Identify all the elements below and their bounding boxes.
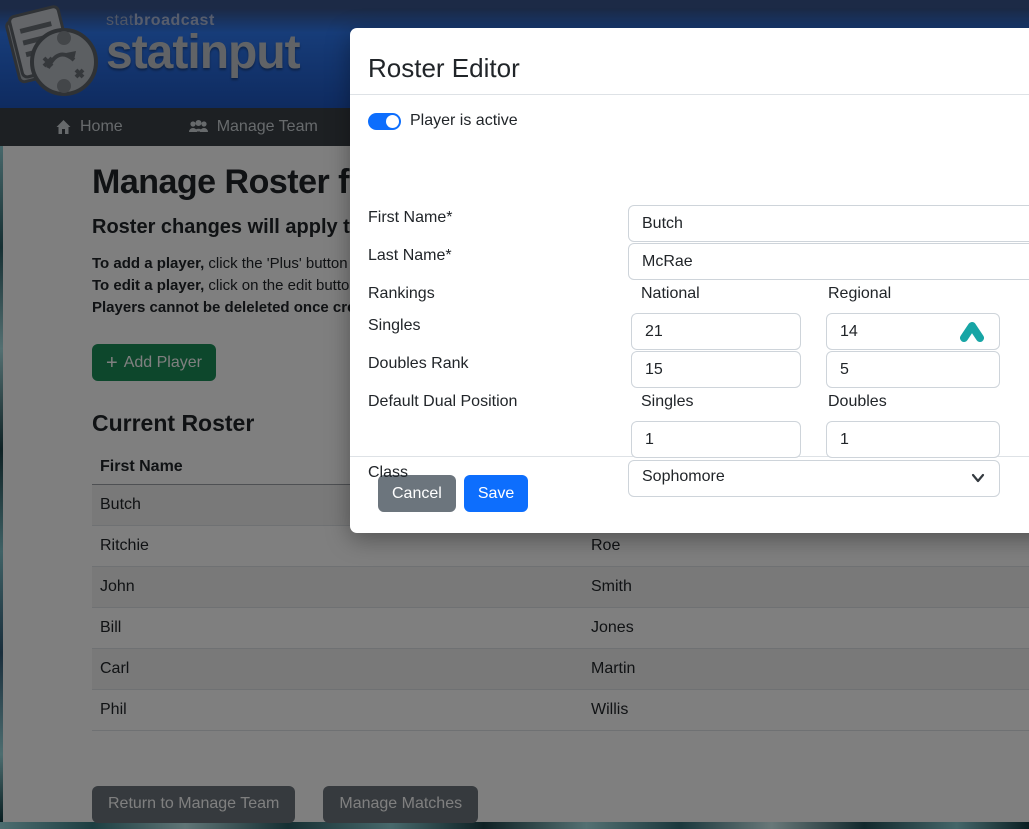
singles-rank-label: Singles: [368, 317, 420, 335]
dual-singles-input[interactable]: [631, 421, 801, 458]
class-label: Class: [368, 464, 408, 482]
roster-editor-modal: Roster Editor Player is active First Nam…: [350, 28, 1029, 533]
singles-national-input[interactable]: [631, 313, 801, 350]
doubles-rank-label: Doubles Rank: [368, 355, 469, 373]
modal-title: Roster Editor: [368, 53, 1029, 84]
dual-doubles-header: Doubles: [828, 393, 887, 411]
rankings-label: Rankings: [368, 285, 435, 303]
singles-regional-wrap: [826, 313, 1000, 350]
rankings-regional-header: Regional: [828, 285, 891, 303]
last-name-label: Last Name*: [368, 247, 452, 265]
last-name-input[interactable]: [628, 243, 1029, 280]
dual-singles-header: Singles: [641, 393, 693, 411]
modal-body: Player is active First Name* Last Name* …: [350, 95, 1029, 456]
class-select[interactable]: Sophomore: [628, 460, 1000, 497]
first-name-label: First Name*: [368, 209, 452, 227]
player-active-label: Player is active: [410, 112, 518, 130]
chevron-down-icon: [971, 473, 985, 483]
rankings-national-header: National: [641, 285, 700, 303]
dual-doubles-input[interactable]: [826, 421, 1000, 458]
doubles-regional-input[interactable]: [826, 351, 1000, 388]
doubles-national-input[interactable]: [631, 351, 801, 388]
class-select-value: Sophomore: [642, 468, 725, 485]
first-name-input[interactable]: [628, 205, 1029, 242]
modal-header: Roster Editor: [350, 28, 1029, 95]
save-button[interactable]: Save: [464, 475, 528, 512]
teal-chevron-up-icon: [958, 320, 986, 343]
toggle-knob: [386, 115, 399, 128]
default-dual-position-label: Default Dual Position: [368, 393, 517, 411]
player-active-toggle[interactable]: [368, 113, 401, 130]
